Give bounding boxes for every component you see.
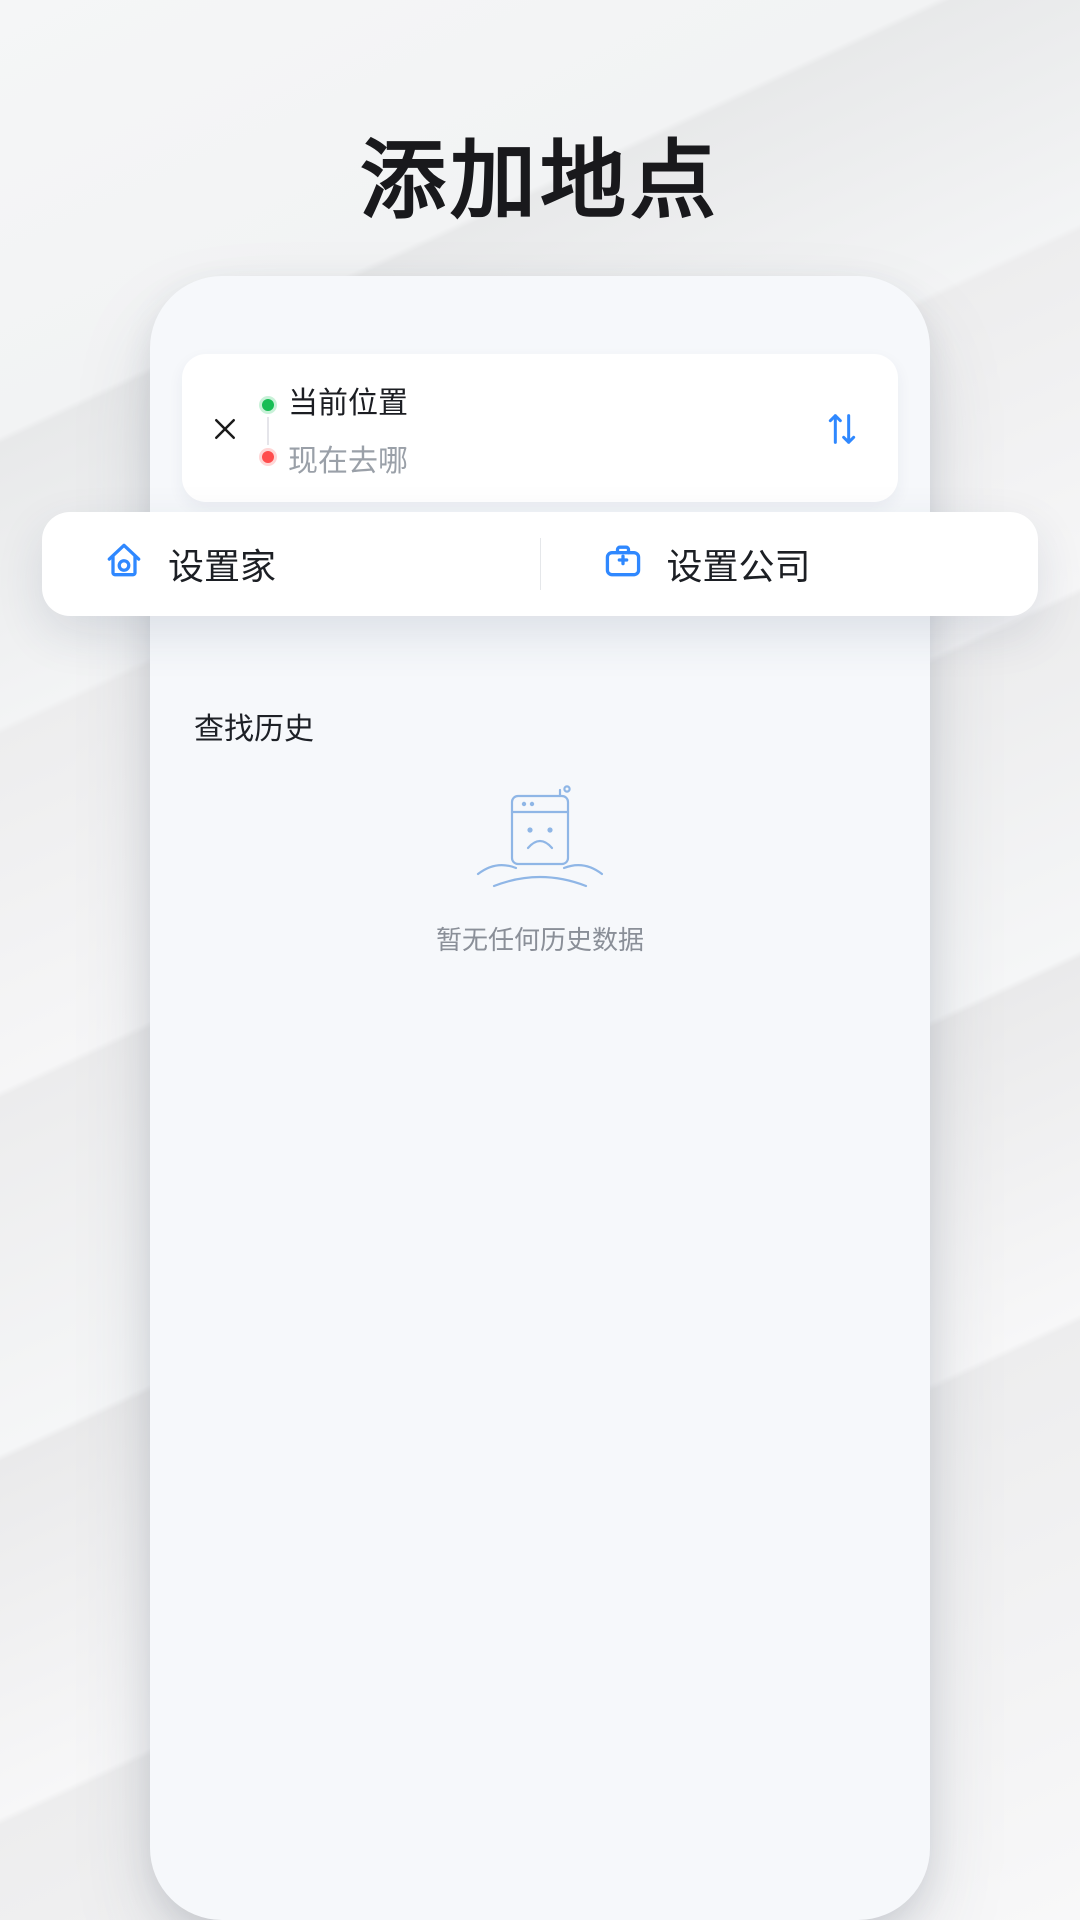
quick-set-card: 设置家 设置公司 bbox=[42, 512, 1038, 616]
close-icon[interactable] bbox=[202, 406, 248, 452]
history-empty-text: 暂无任何历史数据 bbox=[436, 920, 644, 957]
home-icon bbox=[102, 538, 146, 591]
destination-dot-icon bbox=[262, 451, 274, 463]
route-fields: 当前位置 现在去哪 bbox=[288, 378, 800, 480]
set-home-button[interactable]: 设置家 bbox=[42, 538, 540, 591]
page-title: 添加地点 bbox=[0, 110, 1080, 235]
history-empty-state: 暂无任何历史数据 bbox=[150, 782, 930, 957]
origin-field[interactable]: 当前位置 bbox=[288, 378, 800, 422]
destination-field[interactable]: 现在去哪 bbox=[288, 436, 800, 480]
empty-illustration-icon bbox=[450, 782, 630, 902]
set-home-label: 设置家 bbox=[168, 538, 276, 590]
route-dots bbox=[262, 395, 274, 463]
set-company-label: 设置公司 bbox=[667, 538, 811, 590]
route-search-card: 当前位置 现在去哪 bbox=[182, 354, 898, 502]
origin-dot-icon bbox=[262, 399, 274, 411]
route-connector-icon bbox=[267, 417, 269, 445]
history-title: 查找历史 bbox=[150, 704, 930, 748]
briefcase-icon bbox=[601, 538, 645, 591]
set-company-button[interactable]: 设置公司 bbox=[541, 538, 1039, 591]
swap-icon[interactable] bbox=[814, 401, 870, 457]
